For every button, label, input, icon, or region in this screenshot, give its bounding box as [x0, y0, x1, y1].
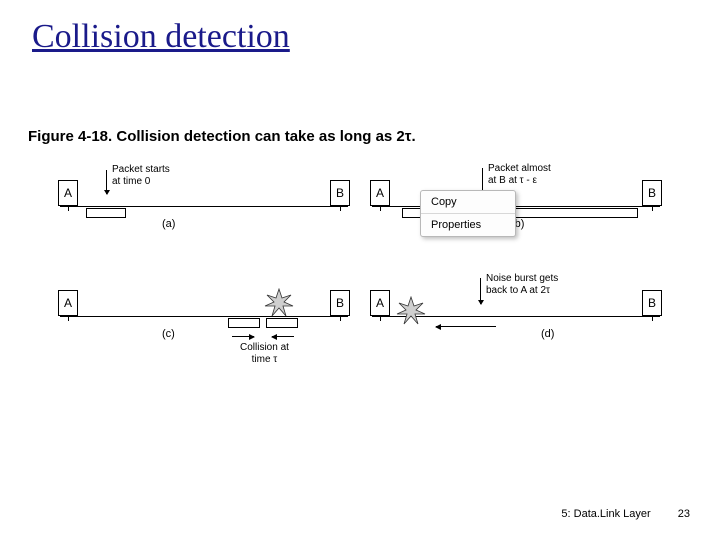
- node-a: A: [58, 180, 78, 206]
- panel-c: A B Collision at time τ (c): [54, 270, 354, 370]
- panel-d-label: (d): [541, 328, 554, 340]
- context-menu-copy[interactable]: Copy: [421, 191, 515, 213]
- annotation-b: Packet almost at B at τ - ε: [488, 163, 551, 186]
- arrow-left-icon: [272, 336, 294, 337]
- footer-page-number: 23: [678, 508, 690, 520]
- node-b: B: [642, 180, 662, 206]
- annotation-c: Collision at time τ: [240, 342, 289, 365]
- wire: [60, 316, 348, 317]
- figure-caption: Figure 4-18. Collision detection can tak…: [28, 128, 416, 145]
- wire: [60, 206, 348, 207]
- page-title: Collision detection: [32, 18, 290, 56]
- panel-b: A B Packet almost at B at τ - ε (b): [366, 160, 666, 260]
- noise-burst-icon: [396, 296, 426, 326]
- panel-a-label: (a): [162, 218, 175, 230]
- node-b: B: [642, 290, 662, 316]
- packet-c-left: [228, 318, 260, 328]
- packet-c-right: [266, 318, 298, 328]
- panel-c-label: (c): [162, 328, 175, 340]
- annotation-a: Packet starts at time 0: [112, 164, 170, 187]
- node-b: B: [330, 290, 350, 316]
- arrow-left-icon: [436, 326, 496, 327]
- node-b: B: [330, 180, 350, 206]
- node-a: A: [58, 290, 78, 316]
- node-a: A: [370, 290, 390, 316]
- annotation-d: Noise burst gets back to A at 2τ: [486, 273, 558, 296]
- diagram-panels: A B Packet starts at time 0 (a) A B Pack…: [54, 160, 666, 380]
- context-menu-properties[interactable]: Properties: [421, 214, 515, 236]
- context-menu: Copy Properties: [420, 190, 516, 237]
- slide-footer: 5: Data.Link Layer 23: [561, 508, 690, 520]
- arrow-right-icon: [232, 336, 254, 337]
- collision-burst-icon: [264, 288, 294, 318]
- panel-a: A B Packet starts at time 0 (a): [54, 160, 354, 260]
- node-a: A: [370, 180, 390, 206]
- panel-d: A B Noise burst gets back to A at 2τ (d): [366, 270, 666, 370]
- footer-chapter: 5: Data.Link Layer: [561, 508, 650, 520]
- wire: [372, 206, 660, 207]
- packet-a: [86, 208, 126, 218]
